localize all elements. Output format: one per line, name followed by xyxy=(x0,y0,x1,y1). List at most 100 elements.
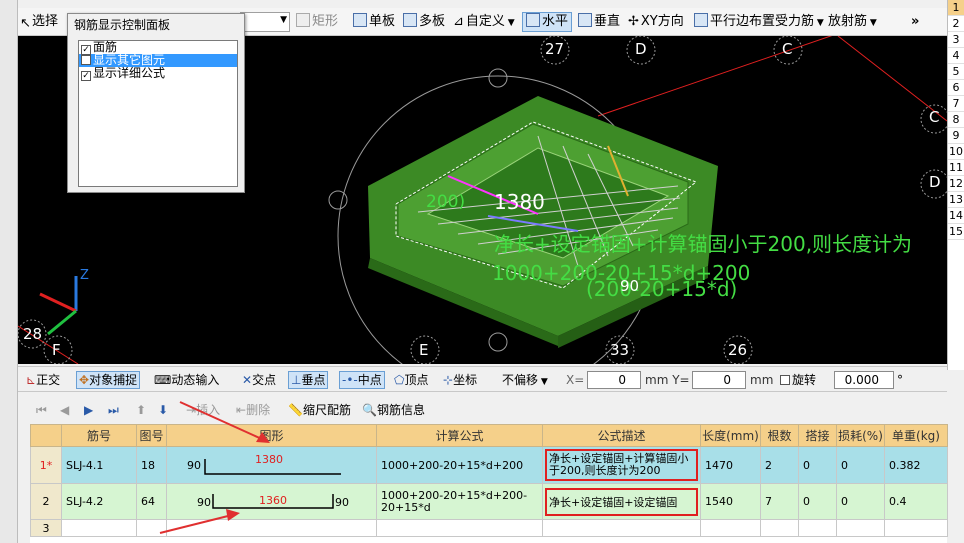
custom-button[interactable]: ⊿ 自定义 ▼ xyxy=(453,12,515,32)
cell-count[interactable]: 2 xyxy=(760,446,799,484)
cell-count[interactable]: 7 xyxy=(760,483,799,520)
move-up-icon[interactable]: ⬆ xyxy=(136,401,146,419)
y-input[interactable]: 0 xyxy=(692,371,746,389)
next-record-icon[interactable]: ▶ xyxy=(84,401,93,419)
cell-empty[interactable] xyxy=(760,519,799,537)
intersection-button[interactable]: ✕交点 xyxy=(242,371,276,389)
cell-empty[interactable] xyxy=(836,519,885,537)
right-row-number[interactable]: 13 xyxy=(948,192,964,208)
row-number[interactable]: 2 xyxy=(30,483,62,520)
right-row-number[interactable]: 15 xyxy=(948,224,964,240)
panel-item-show-formula[interactable]: ✓ 显示详细公式 xyxy=(79,67,237,81)
right-row-number[interactable]: 10 xyxy=(948,144,964,160)
perpendicular-button[interactable]: ⊥垂点 xyxy=(288,371,329,389)
midpoint-button[interactable]: -•-中点 xyxy=(339,371,385,389)
cell-name[interactable]: SLJ-4.1 xyxy=(61,446,137,484)
table-row[interactable]: 3 xyxy=(30,519,948,537)
row-number[interactable]: 3 xyxy=(30,519,62,537)
cell-lap[interactable]: 0 xyxy=(798,483,837,520)
radial-button[interactable]: 放射筋 ▼ xyxy=(828,12,877,32)
table-row[interactable]: 2 SLJ-4.2 64 90 1360 90 1000+200-20+15*d… xyxy=(30,483,948,520)
right-row-number[interactable]: 1 xyxy=(948,0,964,16)
header-cell[interactable]: 长度(mm) xyxy=(700,424,761,447)
checkbox[interactable]: ✓ xyxy=(81,71,91,81)
cell-length[interactable]: 1540 xyxy=(700,483,761,520)
rotate-toggle[interactable]: 旋转 xyxy=(780,371,816,389)
cell-empty[interactable] xyxy=(166,519,377,537)
header-cell[interactable]: 公式描述 xyxy=(542,424,701,447)
cell-empty[interactable] xyxy=(798,519,837,537)
insert-button[interactable]: ⇥插入 xyxy=(186,401,220,419)
checkbox[interactable] xyxy=(81,55,91,65)
cell-empty[interactable] xyxy=(376,519,543,537)
cell-empty[interactable] xyxy=(61,519,137,537)
cell-weight[interactable]: 0.382 xyxy=(884,446,948,484)
right-row-number[interactable]: 7 xyxy=(948,96,964,112)
cell-fig[interactable]: 18 xyxy=(136,446,167,484)
right-row-number[interactable]: 4 xyxy=(948,48,964,64)
cell-desc[interactable]: 净长+设定锚固+计算锚固小于200,则长度计为200 xyxy=(542,446,701,484)
right-row-number[interactable]: 8 xyxy=(948,112,964,128)
cell-weight[interactable]: 0.4 xyxy=(884,483,948,520)
orthogonal-button[interactable]: ⊾正交 xyxy=(26,371,60,389)
first-record-icon[interactable]: ⏮ xyxy=(36,401,47,419)
select-button[interactable]: ↖选择 xyxy=(20,12,58,32)
last-record-icon[interactable]: ⏭ xyxy=(108,401,119,419)
cell-fig[interactable]: 64 xyxy=(136,483,167,520)
vertex-button[interactable]: ⬠顶点 xyxy=(394,371,428,389)
cell-loss[interactable]: 0 xyxy=(836,483,885,520)
right-row-number[interactable]: 3 xyxy=(948,32,964,48)
xy-direction-button[interactable]: ✢ XY方向 xyxy=(628,12,684,32)
header-cell[interactable]: 计算公式 xyxy=(376,424,543,447)
rebar-display-panel[interactable]: 钢筋显示控制面板 ✓ 面筋 显示其它图元 ✓ 显示详细公式 xyxy=(67,13,245,193)
scale-rebar-button[interactable]: 📏缩尺配筋 xyxy=(288,401,351,419)
rotate-input[interactable]: 0.000 xyxy=(834,371,894,389)
object-snap-button[interactable]: ✥对象捕捉 xyxy=(76,371,141,389)
cell-empty[interactable] xyxy=(542,519,701,537)
move-down-icon[interactable]: ⬇ xyxy=(158,401,168,419)
cell-formula[interactable]: 1000+200-20+15*d+200 xyxy=(376,446,543,484)
cell-desc[interactable]: 净长+设定锚固+设定锚固 xyxy=(542,483,701,520)
right-row-number[interactable]: 6 xyxy=(948,80,964,96)
dynamic-input-button[interactable]: ⌨动态输入 xyxy=(154,371,219,389)
header-cell[interactable]: 损耗(%) xyxy=(836,424,885,447)
right-row-number[interactable]: 11 xyxy=(948,160,964,176)
table-row[interactable]: 1* SLJ-4.1 18 90 1380 1000+200-20+15*d+2… xyxy=(30,446,948,484)
multi-board-button[interactable]: 多板 xyxy=(403,12,445,32)
layer-dropdown[interactable]: ▼ xyxy=(240,12,290,32)
vertical-button[interactable]: 垂直 xyxy=(578,12,620,32)
single-board-button[interactable]: 单板 xyxy=(353,12,395,32)
row-number[interactable]: 1* xyxy=(30,446,62,484)
header-cell[interactable]: 图形 xyxy=(166,424,377,447)
offset-dropdown[interactable]: 不偏移 ▼ xyxy=(502,371,548,389)
cell-name[interactable]: SLJ-4.2 xyxy=(61,483,137,520)
header-cell[interactable]: 单重(kg) xyxy=(884,424,948,447)
prev-record-icon[interactable]: ◀ xyxy=(60,401,69,419)
x-input[interactable]: 0 xyxy=(587,371,641,389)
parallel-edge-button[interactable]: 平行边布置受力筋 ▼ xyxy=(694,12,824,32)
header-cell[interactable]: 搭接 xyxy=(798,424,837,447)
right-row-number[interactable]: 2 xyxy=(948,16,964,32)
horizontal-button[interactable]: 水平 xyxy=(522,12,573,32)
header-cell[interactable]: 图号 xyxy=(136,424,167,447)
checkbox[interactable] xyxy=(780,375,790,385)
rebar-info-button[interactable]: 🔍钢筋信息 xyxy=(362,401,425,419)
cell-shape[interactable]: 90 1360 90 xyxy=(166,483,377,520)
cell-lap[interactable]: 0 xyxy=(798,446,837,484)
rect-button[interactable]: 矩形 xyxy=(296,12,338,32)
right-row-number[interactable]: 9 xyxy=(948,128,964,144)
cell-empty[interactable] xyxy=(136,519,167,537)
coordinate-button[interactable]: ⊹坐标 xyxy=(443,371,477,389)
right-row-number[interactable]: 12 xyxy=(948,176,964,192)
more-button[interactable]: » xyxy=(911,12,919,32)
header-cell[interactable]: 根数 xyxy=(760,424,799,447)
delete-button[interactable]: ⇤删除 xyxy=(236,401,270,419)
cell-loss[interactable]: 0 xyxy=(836,446,885,484)
cell-empty[interactable] xyxy=(884,519,948,537)
header-cell[interactable]: 筋号 xyxy=(61,424,137,447)
cell-empty[interactable] xyxy=(700,519,761,537)
cell-formula[interactable]: 1000+200-20+15*d+200-20+15*d xyxy=(376,483,543,520)
cell-length[interactable]: 1470 xyxy=(700,446,761,484)
right-row-number[interactable]: 14 xyxy=(948,208,964,224)
right-row-number[interactable]: 5 xyxy=(948,64,964,80)
